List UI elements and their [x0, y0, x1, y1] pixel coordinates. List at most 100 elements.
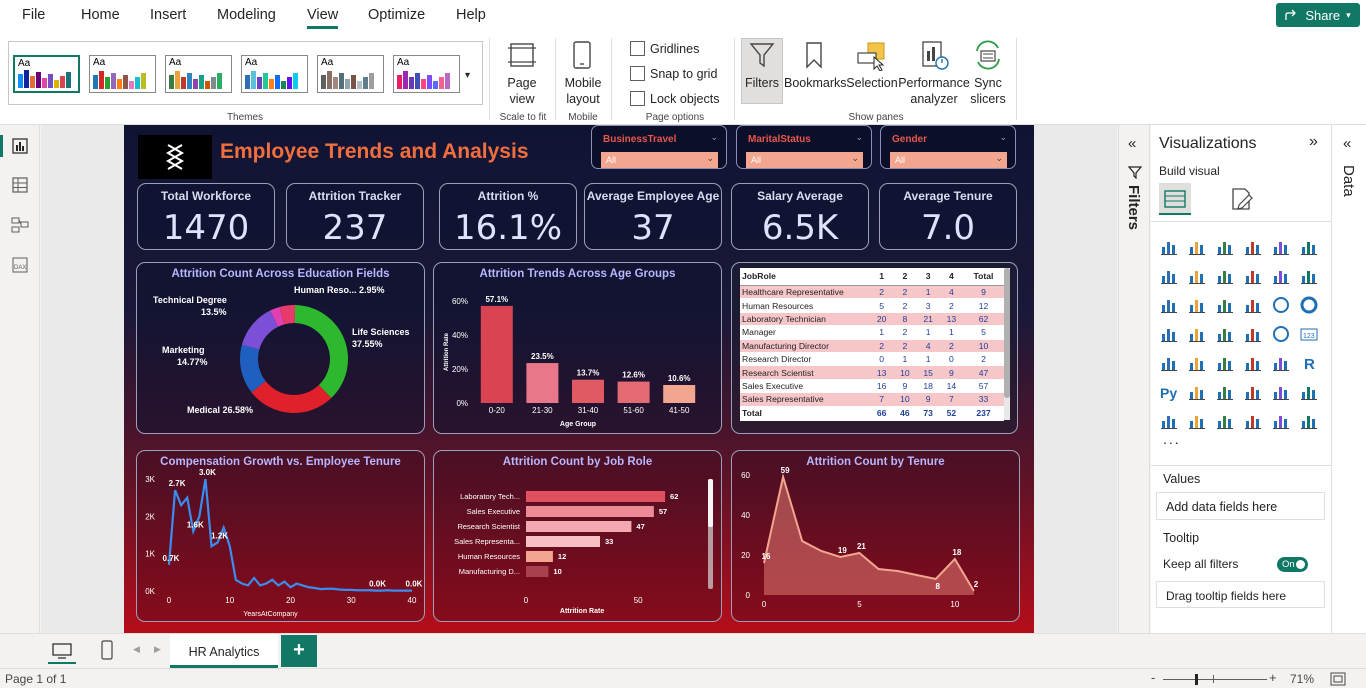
- performance-analyzer-label[interactable]: Performance analyzer: [898, 75, 970, 107]
- build-visual-tab[interactable]: [1159, 183, 1191, 215]
- goals-icon[interactable]: [1299, 382, 1319, 402]
- tooltip-drop-zone[interactable]: Drag tooltip fields here: [1156, 581, 1325, 608]
- card-icon[interactable]: 123: [1299, 324, 1319, 344]
- tenure-chart-card[interactable]: Attrition Count by Tenure 0 20 40 60 0 5 10 16 5…: [731, 450, 1020, 622]
- menu-home[interactable]: Home: [81, 7, 120, 23]
- more-visuals-c-icon[interactable]: [1299, 411, 1319, 431]
- treemap-icon[interactable]: [1159, 324, 1179, 344]
- theme-tile-1[interactable]: Aa: [13, 55, 80, 93]
- funnel-icon[interactable]: [1215, 295, 1235, 315]
- pie-icon[interactable]: [1271, 295, 1291, 315]
- themes-expand-icon[interactable]: ▾: [465, 70, 470, 81]
- kpi-attrition-tracker[interactable]: Attrition Tracker 237: [286, 183, 424, 250]
- data-pane-label[interactable]: Data: [1340, 165, 1357, 197]
- line-column-icon[interactable]: [1271, 266, 1291, 286]
- theme-tile-2[interactable]: Aa: [89, 55, 156, 93]
- r-visual-icon[interactable]: R: [1299, 353, 1319, 373]
- expand-pane-icon[interactable]: »: [1309, 133, 1318, 151]
- more-visuals-a-icon[interactable]: [1243, 411, 1263, 431]
- slicer-icon[interactable]: [1215, 353, 1235, 373]
- zoom-slider-track[interactable]: [1163, 679, 1267, 680]
- ribbon-icon[interactable]: [1159, 295, 1179, 315]
- power-apps-icon[interactable]: [1187, 411, 1207, 431]
- column-header[interactable]: 3: [916, 268, 940, 286]
- table-row[interactable]: Research Scientist 13 10 15 9 47: [740, 365, 1004, 380]
- column-header[interactable]: 4: [939, 268, 963, 286]
- compensation-chart-card[interactable]: Compensation Growth vs. Employee Tenure …: [136, 450, 425, 622]
- table-row[interactable]: Research Director 0 1 1 0 2: [740, 352, 1004, 367]
- 100-stacked-column-icon[interactable]: [1299, 237, 1319, 257]
- stacked-area-icon[interactable]: [1215, 266, 1235, 286]
- clustered-column-icon[interactable]: [1243, 237, 1263, 257]
- page-view-icon[interactable]: [506, 40, 538, 70]
- zoom-in-button[interactable]: +: [1269, 670, 1277, 685]
- collapse-icon[interactable]: «: [1128, 135, 1136, 152]
- qna-icon[interactable]: [1243, 382, 1263, 402]
- table-row[interactable]: Sales Representative 7 10 9 7 33: [740, 392, 1004, 407]
- menu-insert[interactable]: Insert: [150, 7, 186, 23]
- sync-slicers-label[interactable]: Sync slicers: [966, 75, 1010, 107]
- donut-icon[interactable]: [1299, 295, 1319, 315]
- theme-tile-6[interactable]: Aa: [393, 55, 460, 93]
- table-scrollbar[interactable]: [1004, 268, 1010, 420]
- map-icon[interactable]: [1187, 324, 1207, 344]
- age-group-chart-card[interactable]: Attrition Trends Across Age Groups 0% 20%…: [433, 262, 722, 434]
- gauge-icon[interactable]: [1271, 324, 1291, 344]
- column-header[interactable]: Total: [963, 268, 1004, 286]
- table-row[interactable]: Human Resources 5 2 3 2 12: [740, 298, 1004, 313]
- 100-stacked-bar-icon[interactable]: [1271, 237, 1291, 257]
- theme-tile-5[interactable]: Aa: [317, 55, 384, 93]
- kpi-average-tenure[interactable]: Average Tenure 7.0: [879, 183, 1017, 250]
- key-influencers-icon[interactable]: [1187, 382, 1207, 402]
- slicer-dropdown[interactable]: All ⌄: [601, 152, 718, 168]
- scatter-icon[interactable]: [1243, 295, 1263, 315]
- paginated-report-icon[interactable]: [1159, 411, 1179, 431]
- jobrole-matrix-table[interactable]: JobRole 1 2 3 4 Total Healthcare Represe…: [740, 268, 1004, 421]
- slicer-marital-status[interactable]: MaritalStatus ⌄ All ⌄: [736, 125, 872, 169]
- matrix-icon[interactable]: [1271, 353, 1291, 373]
- line-icon[interactable]: [1159, 266, 1179, 286]
- jobrole-chart-card[interactable]: Attrition Count by Job Role Laboratory T…: [433, 450, 722, 622]
- selection-icon[interactable]: [856, 41, 888, 71]
- snap-to-grid-checkbox[interactable]: [630, 66, 645, 81]
- model-view-icon[interactable]: [10, 215, 30, 235]
- bookmark-icon[interactable]: [802, 41, 826, 69]
- keep-all-filters-toggle[interactable]: On: [1277, 557, 1308, 572]
- filters-pane-collapsed[interactable]: « Filters: [1118, 125, 1150, 633]
- zoom-level[interactable]: 71%: [1290, 672, 1314, 686]
- area-icon[interactable]: [1187, 266, 1207, 286]
- desktop-layout-icon[interactable]: [51, 642, 73, 660]
- table-row[interactable]: Manufacturing Director 2 2 4 2 10: [740, 339, 1004, 353]
- slicer-dropdown[interactable]: All ⌄: [890, 152, 1007, 168]
- fit-to-page-icon[interactable]: [1330, 672, 1346, 686]
- table-row[interactable]: Healthcare Representative 2 2 1 4 9: [740, 285, 1004, 300]
- bookmarks-label[interactable]: Bookmarks: [784, 75, 847, 91]
- zoom-slider-thumb[interactable]: [1195, 674, 1198, 685]
- menu-view[interactable]: View: [307, 7, 339, 29]
- filters-pane-label[interactable]: Filters: [1125, 185, 1142, 230]
- stacked-bar-icon[interactable]: [1159, 237, 1179, 257]
- slicer-gender[interactable]: Gender ⌄ All ⌄: [880, 125, 1016, 169]
- menu-optimize[interactable]: Optimize: [368, 7, 425, 23]
- mobile-layout-label[interactable]: Mobile layout: [560, 75, 606, 107]
- menu-file[interactable]: File: [22, 7, 45, 23]
- multi-row-card-icon[interactable]: [1159, 353, 1179, 373]
- table-view-icon[interactable]: [10, 175, 30, 195]
- dax-query-view-icon[interactable]: DAX: [10, 255, 30, 275]
- table-total-row[interactable]: Total 66 46 73 52 237: [740, 405, 1004, 420]
- smart-narrative-icon[interactable]: [1271, 382, 1291, 402]
- decomposition-tree-icon[interactable]: [1215, 382, 1235, 402]
- table-row[interactable]: Manager 1 2 1 1 5: [740, 325, 1004, 340]
- column-header[interactable]: JobRole: [740, 268, 870, 286]
- values-drop-zone[interactable]: Add data fields here: [1156, 492, 1325, 520]
- stacked-column-icon[interactable]: [1187, 237, 1207, 257]
- selection-label[interactable]: Selection: [846, 75, 898, 91]
- clustered-bar-icon[interactable]: [1215, 237, 1235, 257]
- performance-analyzer-icon[interactable]: [918, 39, 950, 71]
- gridlines-checkbox[interactable]: [630, 41, 645, 56]
- kpi-total-workforce[interactable]: Total Workforce 1470: [137, 183, 275, 250]
- kpi-average-employee-age[interactable]: Average Employee Age 37: [584, 183, 722, 250]
- theme-tile-3[interactable]: Aa: [165, 55, 232, 93]
- menu-help[interactable]: Help: [456, 7, 486, 23]
- column-header[interactable]: 2: [893, 268, 917, 286]
